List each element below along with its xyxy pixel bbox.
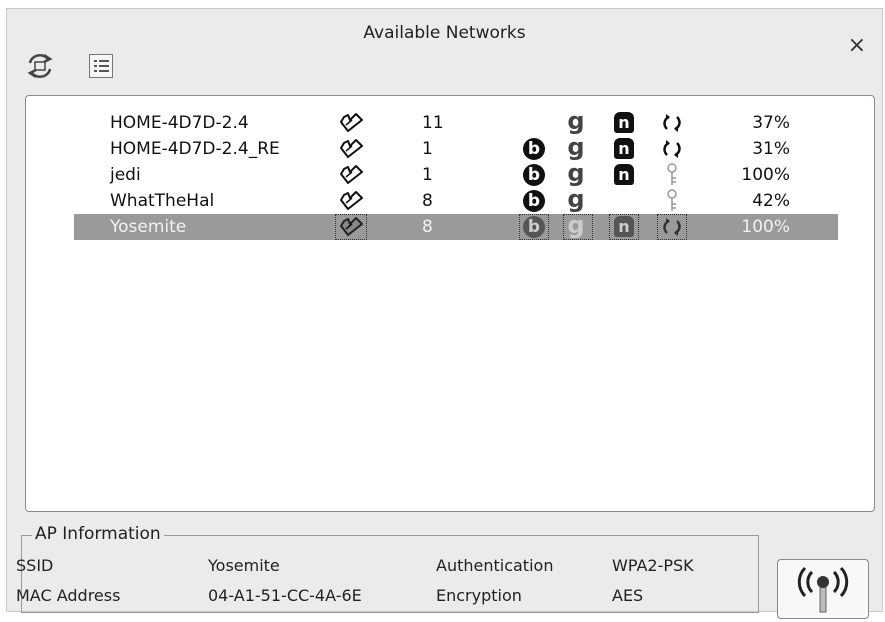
network-row[interactable]: WhatTheHal 8 b g 42% [74,185,838,214]
key-icon [658,163,686,187]
connect-button[interactable] [777,559,869,619]
network-row[interactable]: HOME-4D7D-2.4_RE 1 b g n 31% [74,133,838,162]
network-row[interactable]: jedi 1 b g n 100% [74,159,838,188]
mode-b-icon: b [519,214,549,240]
ap-information-title: AP Information [32,524,164,544]
mode-n-icon: n [610,111,638,135]
mode-b-icon: b [520,189,548,213]
network-ssid: WhatTheHal [110,191,215,211]
network-ssid: HOME-4D7D-2.4 [110,113,249,133]
network-ssid: jedi [110,165,141,185]
network-signal: 37% [752,113,790,133]
authentication-label: Authentication [436,556,554,575]
refresh-button[interactable] [24,50,56,82]
refresh-icon [27,53,53,79]
network-channel: 11 [422,113,444,133]
network-ssid: Yosemite [110,217,187,237]
network-channel: 8 [422,217,433,237]
network-signal: 42% [752,191,790,211]
network-ssid: HOME-4D7D-2.4_RE [110,139,280,159]
network-row[interactable]: HOME-4D7D-2.4 11 g n 37% [74,107,838,136]
infrastructure-icon [336,189,366,213]
available-networks-window: Available Networks × HOME-4D7D-2.4 11 g n 37… [6,8,883,619]
close-button[interactable]: × [848,35,866,57]
mode-n-icon: n [610,163,638,187]
unsecured-arrows-icon [658,111,686,135]
network-channel: 1 [422,139,433,159]
network-signal: 100% [741,165,790,185]
network-list[interactable]: HOME-4D7D-2.4 11 g n 37% HOME-4D7D-2.4_RE 1 b g n… [25,95,875,512]
mac-address-value: 04-A1-51-CC-4A-6E [208,586,362,605]
network-signal: 100% [741,217,790,237]
ap-information-group: AP Information SSID Yosemite Authenticat… [16,524,759,613]
mode-b-icon: b [520,163,548,187]
mac-address-label: MAC Address [16,586,121,605]
mode-g-icon: g [567,107,585,135]
list-view-icon [89,54,113,78]
mode-n-icon: n [609,214,639,240]
mode-g-icon: g [567,185,585,213]
network-signal: 31% [752,139,790,159]
network-channel: 8 [422,191,433,211]
infrastructure-icon [335,214,367,240]
mode-b-icon: b [520,137,548,161]
infrastructure-icon [336,111,366,135]
authentication-value: WPA2-PSK [612,556,694,575]
key-icon [658,189,686,213]
mode-n-icon: n [610,137,638,161]
network-row[interactable]: Yosemite 8 b g n 100% [74,213,838,240]
unsecured-arrows-icon [658,137,686,161]
mode-g-icon: g [567,133,585,161]
ssid-value: Yosemite [208,556,280,575]
infrastructure-icon [336,163,366,187]
mode-g-icon: g [567,159,585,187]
mode-g-icon: g [563,213,593,240]
list-view-button[interactable] [87,50,119,82]
encryption-label: Encryption [436,586,522,605]
ssid-label: SSID [16,556,54,575]
infrastructure-icon [336,137,366,161]
window-title: Available Networks [363,23,526,43]
unsecured-arrows-icon [657,214,687,240]
network-channel: 1 [422,165,433,185]
wireless-antenna-icon [797,566,849,613]
encryption-value: AES [612,586,644,605]
